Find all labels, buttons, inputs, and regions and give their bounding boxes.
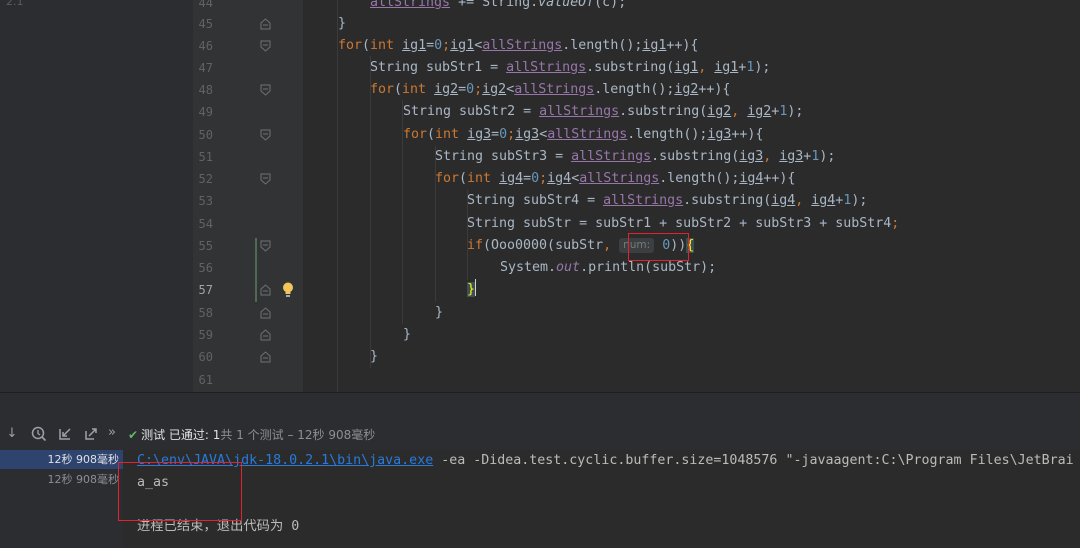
gutter-line[interactable]: 46 <box>193 35 303 57</box>
gutter-line[interactable]: 54 <box>193 213 303 235</box>
code-line-54: String subStr = subStr1 + subStr2 + subS… <box>467 216 900 231</box>
gutter-line[interactable]: 57 <box>193 279 303 301</box>
text-caret <box>475 279 477 296</box>
line-number: 47 <box>198 61 213 75</box>
line-number: 49 <box>198 105 213 119</box>
gutter-line[interactable]: 47 <box>193 57 303 79</box>
gutter-line[interactable]: 49 <box>193 101 303 123</box>
line-number: 57 <box>198 283 213 297</box>
line-number: 59 <box>198 328 213 342</box>
line-number: 45 <box>198 17 213 31</box>
fold-icon[interactable] <box>260 18 271 30</box>
code-line-44: allStrings += String.valueOf(c); <box>370 0 627 10</box>
code-editor[interactable]: allStrings += String.valueOf(c); } for(i… <box>303 0 1080 392</box>
panel-line-number: 2.1 <box>6 0 24 8</box>
tree-item-duration[interactable]: 12秒 908毫秒 <box>0 450 123 469</box>
line-number: 61 <box>198 373 213 387</box>
line-number: 50 <box>198 128 213 142</box>
gutter-line[interactable]: 60 <box>193 346 303 368</box>
fold-icon[interactable] <box>260 329 271 341</box>
line-number: 56 <box>198 261 213 275</box>
line-number: 51 <box>198 150 213 164</box>
code-line-46: for(int ig1=0;ig1<allStrings.length();ig… <box>338 38 699 53</box>
line-number: 52 <box>198 172 213 186</box>
line-number: 54 <box>198 217 213 231</box>
fold-icon[interactable] <box>260 173 271 185</box>
run-console[interactable]: C:\env\JAVA\jdk-18.0.2.1\bin\java.exe -e… <box>123 450 1080 548</box>
fold-icon[interactable] <box>260 351 271 363</box>
highlight-box-editor <box>628 233 689 261</box>
line-number: 48 <box>198 83 213 97</box>
gutter-line[interactable]: 51 <box>193 146 303 168</box>
console-command-line: C:\env\JAVA\jdk-18.0.2.1\bin\java.exe -e… <box>137 453 1074 468</box>
gutter-line[interactable]: 61 <box>193 369 303 391</box>
code-line-47: String subStr1 = allStrings.substring(ig… <box>370 60 771 75</box>
fold-icon[interactable] <box>260 129 271 141</box>
line-number: 44 <box>198 0 213 10</box>
gutter-line[interactable]: 53 <box>193 190 303 212</box>
gutter-line[interactable]: 52 <box>193 168 303 190</box>
gutter-line[interactable]: 55 <box>193 235 303 257</box>
test-status: ✔ 测试 已通过: 1共 1 个测试 – 12秒 908毫秒 <box>128 428 376 442</box>
fold-icon[interactable] <box>260 307 271 319</box>
highlight-box-console <box>118 462 242 521</box>
run-toolbar: ↓ » ✔ 测试 已通过: 1共 1 个测试 – 12秒 908毫秒 <box>0 418 1080 450</box>
indent-guide <box>337 0 338 392</box>
code-line-58: } <box>435 305 444 320</box>
line-number: 60 <box>198 350 213 364</box>
code-line-53: String subStr4 = allStrings.substring(ig… <box>467 193 868 208</box>
gutter-line[interactable]: 58 <box>193 302 303 324</box>
code-line-60: } <box>370 349 379 364</box>
editor-gutter[interactable]: 44 45 46 47 48 49 50 51 52 53 54 55 56 57 58 59 60 61 <box>193 0 303 392</box>
gutter-line[interactable]: 48 <box>193 79 303 101</box>
code-line-49: String subStr2 = allStrings.substring(ig… <box>403 104 804 119</box>
code-line-59: } <box>403 327 412 342</box>
gutter-line[interactable]: 44 <box>193 0 303 14</box>
export-tests-icon[interactable] <box>83 426 99 442</box>
fold-icon[interactable] <box>260 84 271 96</box>
history-icon[interactable] <box>31 426 47 442</box>
check-icon: ✔ <box>128 428 139 442</box>
fold-icon[interactable] <box>260 240 271 252</box>
lightbulb-icon[interactable] <box>281 281 295 299</box>
indent-guide <box>370 56 371 368</box>
gutter-line[interactable]: 50 <box>193 124 303 146</box>
code-line-52: for(int ig4=0;ig4<allStrings.length();ig… <box>435 171 796 186</box>
code-line-51: String subStr3 = allStrings.substring(ig… <box>435 149 836 164</box>
code-line-57: } <box>467 279 477 301</box>
gutter-line[interactable]: 45 <box>193 13 303 35</box>
arrow-down-icon[interactable]: ↓ <box>4 426 20 442</box>
line-number: 55 <box>198 239 213 253</box>
code-line-48: for(int ig2=0;ig2<allStrings.length();ig… <box>370 82 731 97</box>
fold-icon[interactable] <box>260 284 271 296</box>
panel-separator <box>0 392 1080 418</box>
more-chevron-icon[interactable]: » <box>108 425 116 440</box>
tree-item-duration[interactable]: 12秒 908毫秒 <box>0 470 123 489</box>
gutter-line[interactable]: 56 <box>193 257 303 279</box>
code-line-50: for(int ig3=0;ig3<allStrings.length();ig… <box>403 127 764 142</box>
fold-icon[interactable] <box>260 40 271 52</box>
project-panel-strip: 2.1 <box>0 0 193 392</box>
line-number: 53 <box>198 194 213 208</box>
line-number: 58 <box>198 306 213 320</box>
code-line-45: } <box>338 16 347 31</box>
line-number: 46 <box>198 39 213 53</box>
gutter-line[interactable]: 59 <box>193 324 303 346</box>
test-tree: 12秒 908毫秒 12秒 908毫秒 <box>0 450 123 548</box>
import-tests-icon[interactable] <box>57 426 73 442</box>
